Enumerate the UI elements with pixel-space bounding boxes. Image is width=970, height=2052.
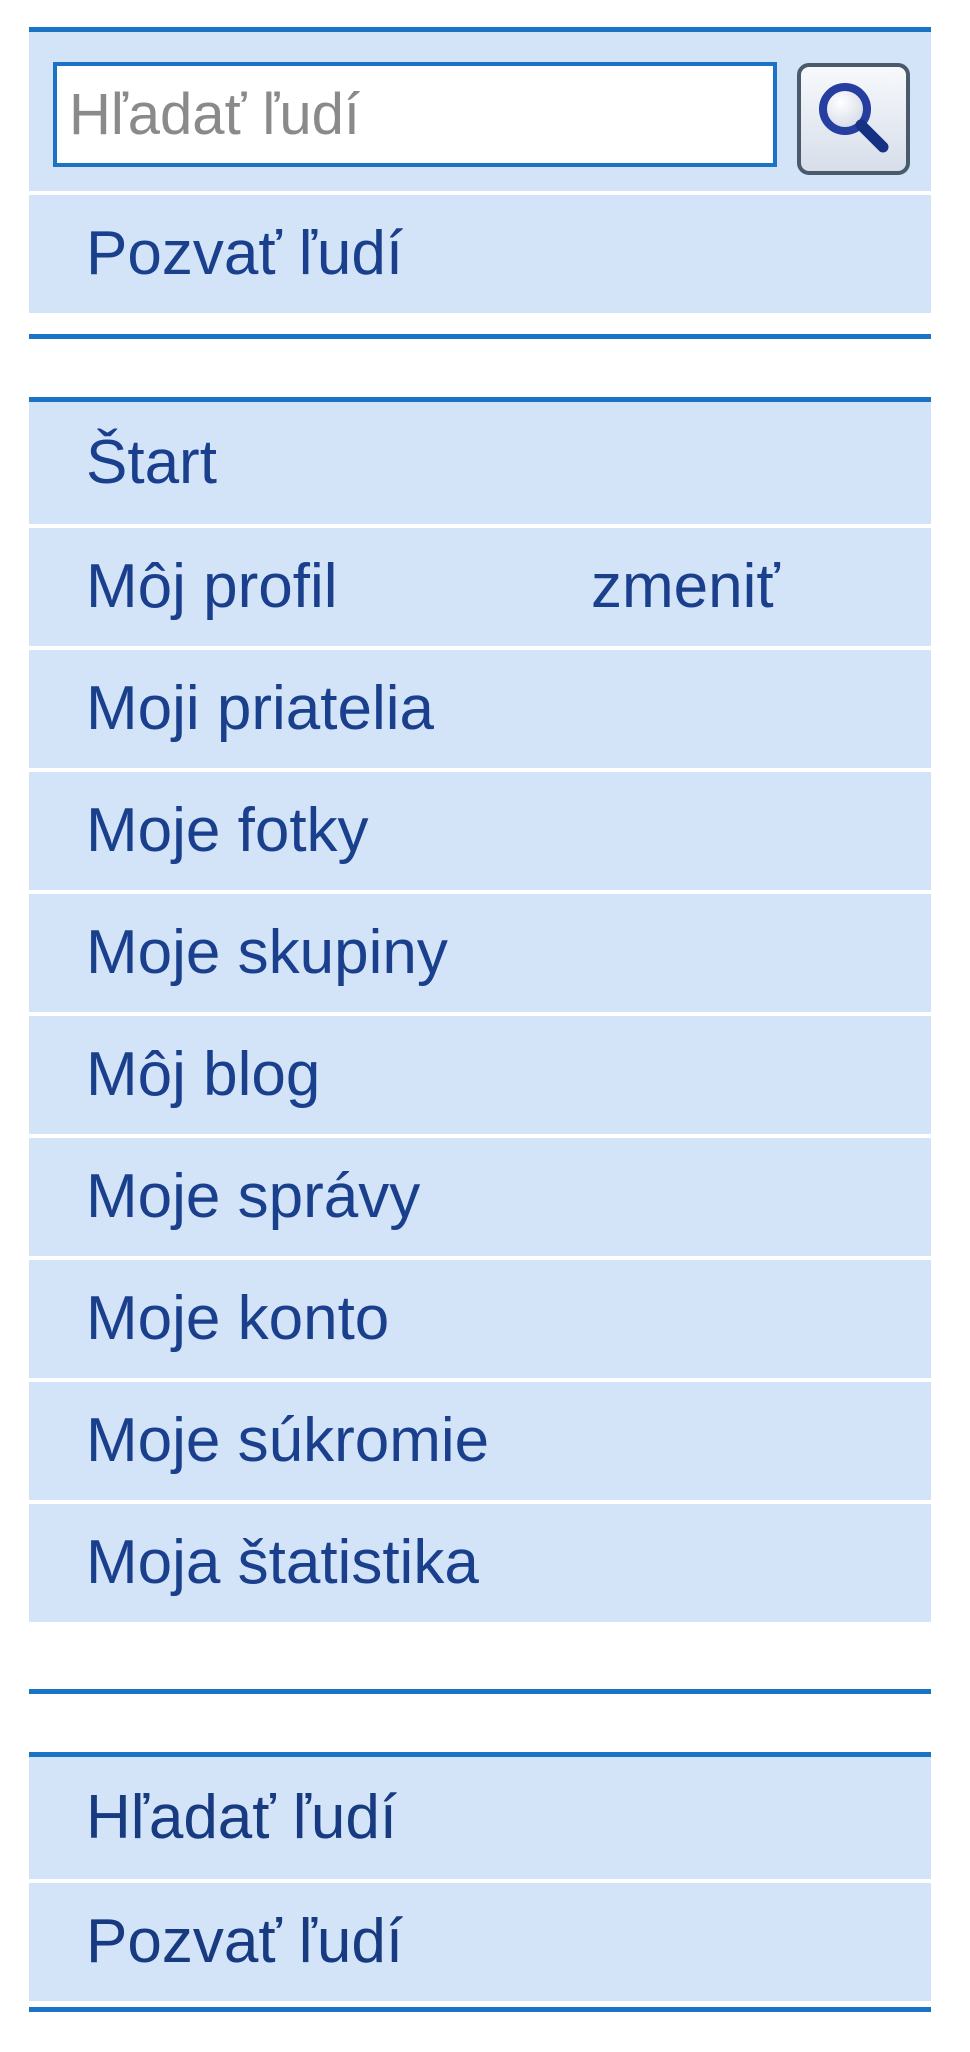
main-nav-panel: Štart Môj profil zmeniť Moji priatelia M… xyxy=(29,397,931,1694)
nav-item-my-groups-label[interactable]: Moje skupiny xyxy=(86,922,448,984)
nav-item-my-photos-label[interactable]: Moje fotky xyxy=(86,800,369,862)
invite-people-row[interactable]: Pozvať ľudí xyxy=(29,191,931,313)
search-input[interactable] xyxy=(53,62,777,167)
nav-item-my-photos[interactable]: Moje fotky xyxy=(29,768,931,890)
search-button[interactable] xyxy=(797,63,910,175)
nav-item-my-statistics-label[interactable]: Moja štatistika xyxy=(86,1532,479,1594)
nav-item-my-groups[interactable]: Moje skupiny xyxy=(29,890,931,1012)
nav-item-my-blog[interactable]: Môj blog xyxy=(29,1012,931,1134)
invite-people-link-bottom[interactable]: Pozvať ľudí xyxy=(86,1911,403,1973)
invite-people-link[interactable]: Pozvať ľudí xyxy=(86,223,403,285)
nav-item-my-friends-label[interactable]: Moji priatelia xyxy=(86,678,434,740)
search-people-row[interactable]: Hľadať ľudí xyxy=(29,1757,931,1879)
search-panel: Pozvať ľudí xyxy=(29,27,931,339)
invite-people-row-bottom[interactable]: Pozvať ľudí xyxy=(29,1879,931,2001)
nav-item-my-account[interactable]: Moje konto xyxy=(29,1256,931,1378)
nav-item-start[interactable]: Štart xyxy=(29,402,931,524)
magnifier-icon xyxy=(819,83,889,153)
nav-item-my-messages-label[interactable]: Moje správy xyxy=(86,1166,420,1228)
nav-item-my-account-label[interactable]: Moje konto xyxy=(86,1288,389,1350)
people-actions-panel: Hľadať ľudí Pozvať ľudí xyxy=(29,1752,931,2012)
nav-item-my-messages[interactable]: Moje správy xyxy=(29,1134,931,1256)
nav-item-start-label[interactable]: Štart xyxy=(86,432,217,494)
nav-item-my-profile-label[interactable]: Môj profil xyxy=(86,556,338,618)
nav-item-my-profile[interactable]: Môj profil zmeniť xyxy=(29,524,931,646)
nav-item-my-privacy-label[interactable]: Moje súkromie xyxy=(86,1410,489,1472)
profile-change-link[interactable]: zmeniť xyxy=(591,556,780,618)
nav-item-my-friends[interactable]: Moji priatelia xyxy=(29,646,931,768)
search-people-link[interactable]: Hľadať ľudí xyxy=(86,1787,397,1849)
search-row xyxy=(29,32,931,191)
nav-item-my-statistics[interactable]: Moja štatistika xyxy=(29,1500,931,1622)
nav-item-my-blog-label[interactable]: Môj blog xyxy=(86,1044,320,1106)
nav-item-my-privacy[interactable]: Moje súkromie xyxy=(29,1378,931,1500)
